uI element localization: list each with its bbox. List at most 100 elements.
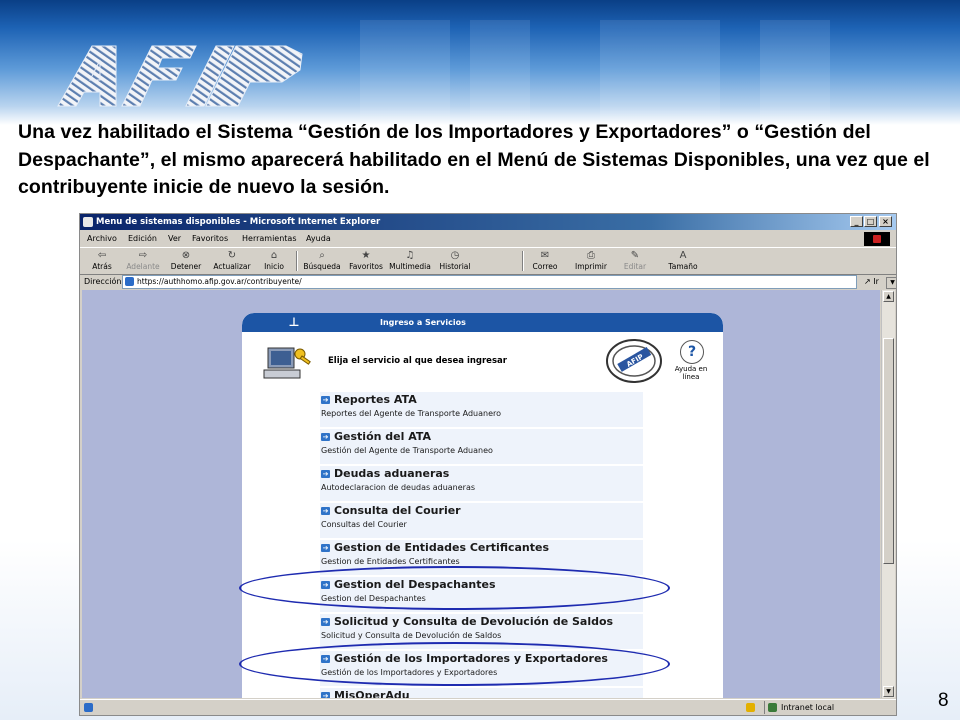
forward-button[interactable]: ⇨ Adelante: [124, 249, 162, 273]
menu-edicion[interactable]: Edición: [128, 231, 157, 246]
panel-header: ⊥ Ingreso a Servicios: [242, 313, 723, 332]
panel-intro: Elija el servicio al que desea ingresar …: [242, 332, 723, 392]
address-dropdown-arrow-icon[interactable]: ▼: [886, 277, 896, 289]
forward-label: Adelante: [126, 262, 160, 271]
help-icon[interactable]: ?: [680, 340, 704, 364]
refresh-label: Actualizar: [213, 262, 251, 271]
favorites-label: Favoritos: [349, 262, 383, 271]
stop-label: Detener: [170, 262, 202, 271]
ie-icon: [83, 217, 93, 227]
menu-archivo[interactable]: Archivo: [87, 231, 117, 246]
search-icon: ⌕: [319, 250, 325, 261]
back-button[interactable]: ⇦ Atrás: [86, 249, 118, 273]
service-title[interactable]: Gestión del ATA: [334, 430, 431, 443]
close-button[interactable]: ×: [879, 216, 892, 227]
service-subtitle: Consultas del Courier: [321, 520, 407, 529]
favorites-button[interactable]: ★ Favoritos: [346, 249, 386, 273]
forward-icon: ⇨: [138, 250, 148, 261]
service-title[interactable]: Deudas aduaneras: [334, 467, 449, 480]
afip-seal: AFIP: [606, 339, 662, 383]
go-button[interactable]: ↗ Ir: [864, 274, 879, 289]
home-button[interactable]: ⌂ Inicio: [258, 249, 290, 273]
background-decoration: [470, 20, 530, 125]
maximize-button[interactable]: □: [864, 216, 877, 227]
services-panel: ⊥ Ingreso a Servicios Elija el servicio …: [242, 313, 723, 698]
page-icon: [125, 277, 134, 286]
service-subtitle: Autodeclaracion de deudas aduaneras: [321, 483, 476, 492]
arrow-right-icon: ➔: [321, 470, 330, 478]
mail-button[interactable]: ✉ Correo: [528, 249, 562, 273]
page-status-icon: [84, 703, 93, 712]
media-button[interactable]: ♫ Multimedia: [387, 249, 433, 273]
go-label: Ir: [873, 277, 879, 286]
arrow-right-icon: ➔: [321, 507, 330, 515]
instruction-text: Una vez habilitado el Sistema “Gestión d…: [18, 121, 930, 198]
go-arrow-icon: ↗: [864, 277, 871, 286]
edit-button[interactable]: ✎ Editar: [618, 249, 652, 273]
home-label: Inicio: [264, 262, 284, 271]
menu-ver[interactable]: Ver: [168, 231, 181, 246]
scroll-thumb[interactable]: [883, 338, 894, 564]
service-item-consulta-courier[interactable]: ➔ Consulta del Courier Consultas del Cou…: [320, 503, 643, 538]
print-icon: ⎙: [587, 250, 595, 261]
history-label: Historial: [439, 262, 471, 271]
service-item-gestion-ata[interactable]: ➔ Gestión del ATA Gestión del Agente de …: [320, 429, 643, 464]
background-decoration: [360, 20, 450, 125]
service-title[interactable]: Consulta del Courier: [334, 504, 461, 517]
scroll-down-arrow-icon[interactable]: ▼: [883, 686, 894, 697]
service-title[interactable]: MisOperAdu: [334, 689, 410, 698]
address-label: Dirección: [84, 277, 122, 286]
refresh-button[interactable]: ↻ Actualizar: [210, 249, 254, 273]
back-icon: ⇦: [97, 250, 107, 261]
background-decoration: [600, 20, 720, 125]
back-label: Atrás: [92, 262, 112, 271]
media-label: Multimedia: [389, 262, 431, 271]
menu-favoritos[interactable]: Favoritos: [192, 231, 228, 246]
address-url: https://authhomo.afip.gov.ar/contribuyen…: [137, 277, 302, 286]
print-button[interactable]: ⎙ Imprimir: [572, 249, 610, 273]
panel-title: Ingreso a Servicios: [380, 318, 466, 327]
arrow-right-icon: ➔: [321, 396, 330, 404]
page-number: 8: [938, 690, 949, 711]
service-title[interactable]: Solicitud y Consulta de Devolución de Sa…: [334, 615, 613, 628]
browser-titlebar: Menu de sistemas disponibles - Microsoft…: [80, 214, 896, 230]
service-item-reportes-ata[interactable]: ➔ Reportes ATA Reportes del Agente de Tr…: [320, 392, 643, 427]
service-subtitle: Reportes del Agente de Transporte Aduane…: [321, 409, 501, 418]
computer-key-icon: [263, 347, 311, 379]
mail-label: Correo: [532, 262, 558, 271]
lock-icon: [746, 703, 755, 712]
print-label: Imprimir: [575, 262, 607, 271]
highlight-ellipse-despachantes: [239, 566, 670, 610]
service-item-deudas-aduaneras[interactable]: ➔ Deudas aduaneras Autodeclaracion de de…: [320, 466, 643, 501]
minimize-button[interactable]: _: [850, 216, 863, 227]
service-title[interactable]: Reportes ATA: [334, 393, 417, 406]
home-icon: ⌂: [270, 250, 278, 261]
toolbar-separator: [522, 251, 524, 271]
vertical-scrollbar[interactable]: ▲ ▼: [881, 290, 895, 698]
mail-icon: ✉: [540, 250, 550, 261]
history-button[interactable]: ◷ Historial: [435, 249, 475, 273]
service-title[interactable]: Gestion de Entidades Certificantes: [334, 541, 549, 554]
edit-icon: ✎: [630, 250, 640, 261]
font-size-button[interactable]: A Tamaño: [663, 249, 703, 273]
security-zone: Intranet local: [764, 701, 834, 714]
scroll-up-arrow-icon[interactable]: ▲: [883, 291, 894, 302]
online-help-link[interactable]: Ayuda en línea: [669, 365, 713, 381]
search-button[interactable]: ⌕ Búsqueda: [300, 249, 344, 273]
media-icon: ♫: [405, 250, 415, 261]
stop-button[interactable]: ⊗ Detener: [166, 249, 206, 273]
menu-bar: Archivo Edición Ver Favoritos Herramient…: [80, 231, 896, 246]
menu-herramientas[interactable]: Herramientas: [242, 231, 297, 246]
service-subtitle: Solicitud y Consulta de Devolución de Sa…: [321, 631, 502, 640]
windows-logo-icon: [864, 232, 890, 246]
service-item-misoperadu[interactable]: ➔ MisOperAdu: [320, 688, 643, 698]
stop-icon: ⊗: [181, 250, 191, 261]
arrow-right-icon: ➔: [321, 433, 330, 441]
search-label: Búsqueda: [303, 262, 341, 271]
stamp-icon: ⊥: [288, 315, 300, 329]
menu-ayuda[interactable]: Ayuda: [306, 231, 331, 246]
standard-toolbar: ⇦ Atrás ⇨ Adelante ⊗ Detener ↻ Actualiza…: [80, 247, 896, 275]
address-input[interactable]: https://authhomo.afip.gov.ar/contribuyen…: [122, 275, 896, 289]
choose-service-prompt: Elija el servicio al que desea ingresar: [328, 356, 507, 366]
font-size-icon: A: [679, 250, 687, 261]
